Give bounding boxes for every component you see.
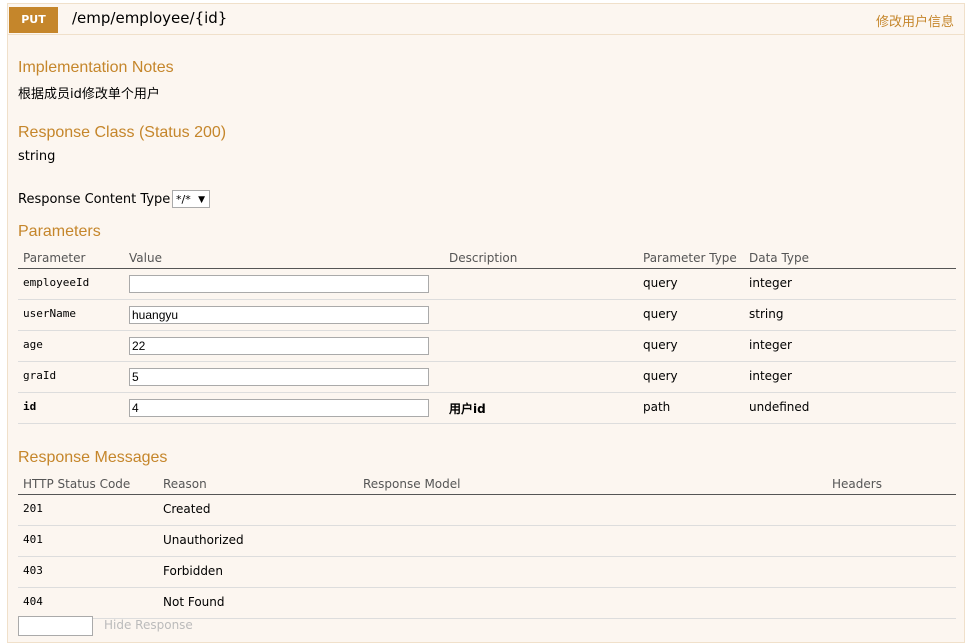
param-data-type: undefined [744,392,956,424]
status-reason: Forbidden [158,556,358,588]
resp-header-headers: Headers [827,469,956,495]
param-data-type: integer [744,361,956,393]
param-description [444,361,638,393]
status-reason: Not Found [158,587,358,619]
param-data-type: integer [744,268,956,300]
response-headers [827,556,956,588]
response-headers [827,587,956,619]
param-header-description: Description [444,243,638,269]
param-name: id [18,392,124,424]
param-data-type: string [744,299,956,331]
resp-header-reason: Reason [158,469,358,495]
param-value-cell [124,330,444,362]
status-code: 404 [18,587,158,619]
response-model [358,525,827,557]
table-row: id 用户id path undefined [18,392,956,424]
resp-header-response-model: Response Model [358,469,827,495]
response-headers [827,494,956,526]
operation-panel: PUT /emp/employee/{id} 修改用户信息 Implementa… [7,3,965,643]
table-row: 201 Created [18,494,956,526]
param-type: path [638,392,744,424]
param-name: employeeId [18,268,124,300]
employeeId-input[interactable] [129,275,429,293]
param-name: graId [18,361,124,393]
param-description [444,299,638,331]
status-code: 403 [18,556,158,588]
response-content-type-value: */* [176,193,191,206]
endpoint-path[interactable]: /emp/employee/{id} [72,9,227,27]
try-it-out-button[interactable] [18,616,93,636]
param-value-cell [124,268,444,300]
param-description [444,330,638,362]
param-type: query [638,268,744,300]
age-input[interactable] [129,337,429,355]
table-row: userName query string [18,299,956,331]
response-content-type-label: Response Content Type [18,192,171,207]
dropdown-arrow-icon: ▼ [198,195,205,205]
implementation-notes-text: 根据成员id修改单个用户 [18,87,160,102]
status-reason: Unauthorized [158,525,358,557]
param-header-data-type: Data Type [744,243,956,269]
table-row: 404 Not Found [18,587,956,619]
param-type: query [638,330,744,362]
param-type: query [638,361,744,393]
table-row: employeeId query integer [18,268,956,300]
param-header-parameter-type: Parameter Type [638,243,744,269]
table-row: 403 Forbidden [18,556,956,588]
param-name: age [18,330,124,362]
response-model [358,494,827,526]
parameters-table: Parameter Value Description Parameter Ty… [18,243,956,424]
response-model [358,587,827,619]
param-name: userName [18,299,124,331]
operation-heading[interactable]: PUT /emp/employee/{id} 修改用户信息 [8,4,964,35]
parameters-title: Parameters [18,223,101,240]
status-code: 201 [18,494,158,526]
param-header-parameter: Parameter [18,243,124,269]
id-input[interactable] [129,399,429,417]
resp-header-status-code: HTTP Status Code [18,469,158,495]
response-model [358,556,827,588]
status-code: 401 [18,525,158,557]
response-class-type: string [18,149,56,164]
param-header-value: Value [124,243,444,269]
response-messages-table: HTTP Status Code Reason Response Model H… [18,469,956,619]
param-value-cell [124,361,444,393]
param-description [444,268,638,300]
graId-input[interactable] [129,368,429,386]
response-class-title: Response Class (Status 200) [18,124,227,141]
hide-response-link[interactable]: Hide Response [104,618,193,632]
param-value-cell [124,392,444,424]
param-value-cell [124,299,444,331]
userName-input[interactable] [129,306,429,324]
http-method-badge[interactable]: PUT [9,7,58,33]
response-content-type-select[interactable]: */* ▼ [172,190,210,208]
table-row: age query integer [18,330,956,362]
table-row: 401 Unauthorized [18,525,956,557]
param-type: query [638,299,744,331]
status-reason: Created [158,494,358,526]
param-description: 用户id [444,392,638,424]
response-messages-title: Response Messages [18,449,168,466]
param-data-type: integer [744,330,956,362]
operation-summary[interactable]: 修改用户信息 [876,11,954,30]
implementation-notes-title: Implementation Notes [18,59,174,76]
table-row: graId query integer [18,361,956,393]
response-headers [827,525,956,557]
